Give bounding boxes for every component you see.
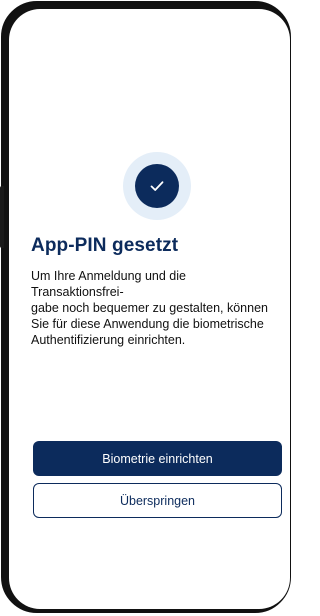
description-text: Um Ihre Anmeldung und die Transaktionsfr… xyxy=(31,268,271,348)
description-line: Authentifizierung einrichten. xyxy=(31,333,186,347)
checkmark-icon xyxy=(135,164,179,208)
description-line: Sie für diese Anwendung die biometrische xyxy=(31,317,264,331)
skip-button[interactable]: Überspringen xyxy=(33,483,282,518)
page-title: App-PIN gesetzt xyxy=(31,235,179,256)
success-indicator xyxy=(123,152,191,220)
setup-biometrics-button[interactable]: Biometrie einrichten xyxy=(33,441,282,476)
description-line: Um Ihre Anmeldung und die Transaktionsfr… xyxy=(31,269,186,299)
description-line: gabe noch bequemer zu gestalten, können xyxy=(31,301,268,315)
app-screen: App-PIN gesetzt Um Ihre Anmeldung und di… xyxy=(9,9,290,609)
side-button xyxy=(0,186,4,248)
phone-frame: App-PIN gesetzt Um Ihre Anmeldung und di… xyxy=(1,1,291,613)
